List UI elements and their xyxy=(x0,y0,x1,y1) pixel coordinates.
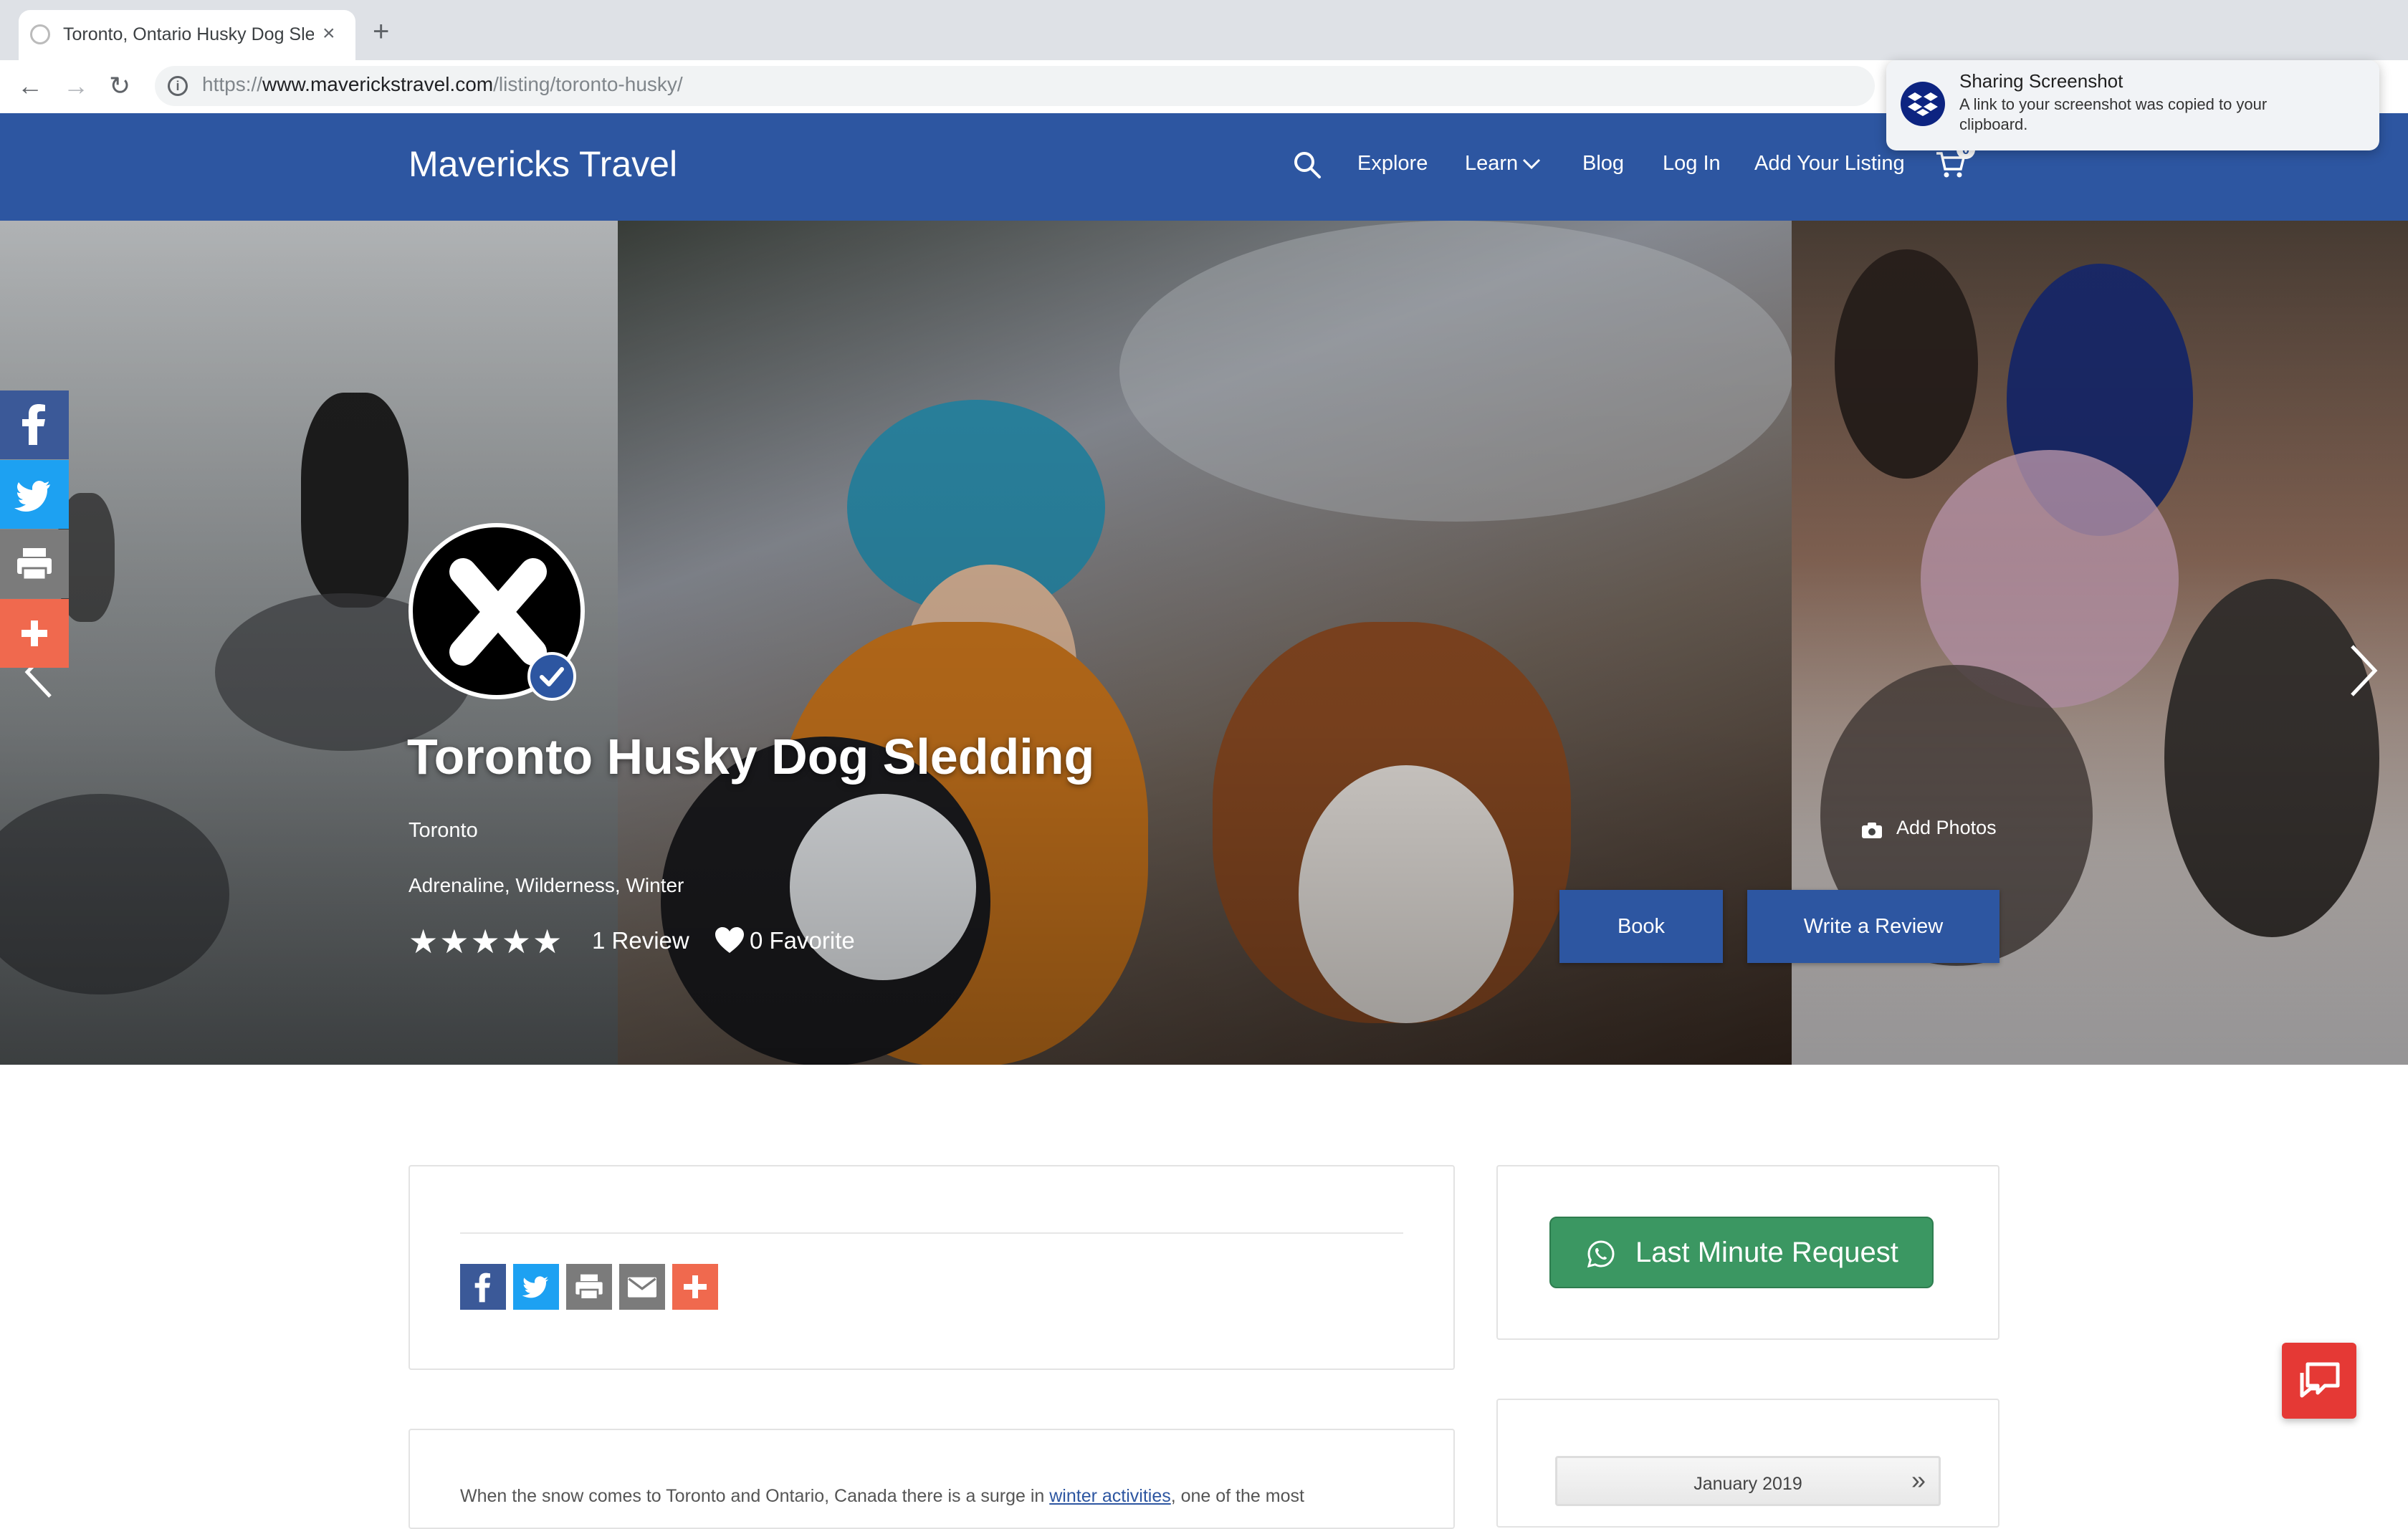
reload-icon[interactable]: ↻ xyxy=(109,69,130,103)
hero-gallery xyxy=(0,221,2408,1065)
notification-message: A link to your screenshot was copied to … xyxy=(1959,95,2268,133)
star-icon: ★ xyxy=(501,923,531,960)
share-email-small-button[interactable] xyxy=(619,1264,665,1310)
nav-learn[interactable]: Learn xyxy=(1465,152,1518,176)
tab-favicon-icon xyxy=(30,24,50,44)
book-button[interactable]: Book xyxy=(1559,890,1723,963)
rating-stars: ★★★★★ xyxy=(408,924,563,959)
facebook-icon xyxy=(474,1272,490,1303)
notification-title: Sharing Screenshot xyxy=(1959,70,2123,92)
twitter-icon xyxy=(14,481,50,512)
nav-blog[interactable]: Blog xyxy=(1582,152,1624,176)
chevron-down-icon[interactable] xyxy=(1522,158,1541,171)
last-minute-request-label: Last Minute Request xyxy=(1635,1237,1898,1268)
site-info-icon[interactable]: i xyxy=(168,76,188,96)
write-review-button[interactable]: Write a Review xyxy=(1747,890,2000,963)
share-facebook-small-button[interactable] xyxy=(460,1264,506,1310)
calendar-month: January 2019 xyxy=(1693,1474,1802,1494)
next-slide-icon[interactable] xyxy=(2345,642,2381,699)
dropbox-icon xyxy=(1901,82,1945,126)
listing-location[interactable]: Toronto xyxy=(408,819,478,843)
share-print-small-button[interactable] xyxy=(566,1264,612,1310)
share-print-button[interactable] xyxy=(0,529,69,598)
star-icon: ★ xyxy=(408,923,439,960)
share-twitter-button[interactable] xyxy=(0,460,69,529)
address-url: https://www.maverickstravel.com/listing/… xyxy=(202,73,683,95)
share-divider xyxy=(460,1232,1403,1234)
new-tab-icon[interactable]: + xyxy=(373,17,389,46)
share-twitter-small-button[interactable] xyxy=(513,1264,559,1310)
nav-explore[interactable]: Explore xyxy=(1357,152,1428,176)
chat-widget-button[interactable] xyxy=(2282,1343,2356,1419)
listing-categories[interactable]: Adrenaline, Wilderness, Winter xyxy=(408,874,684,897)
print-icon xyxy=(575,1274,603,1300)
star-icon: ★ xyxy=(470,923,500,960)
whatsapp-icon xyxy=(1587,1240,1615,1268)
share-more-small-button[interactable] xyxy=(672,1264,718,1310)
hero-overlay xyxy=(0,221,2408,1065)
calendar-header: January 2019 » xyxy=(1555,1456,1941,1506)
winter-activities-link[interactable]: winter activities xyxy=(1049,1486,1171,1506)
email-icon xyxy=(628,1277,656,1298)
browser-tab[interactable]: Toronto, Ontario Husky Dog Sledding | Ma… xyxy=(19,10,355,60)
star-icon: ★ xyxy=(439,923,469,960)
screenshot-notification[interactable]: Sharing Screenshot A link to your screen… xyxy=(1886,60,2379,150)
plus-icon xyxy=(684,1275,707,1298)
facebook-icon xyxy=(22,404,45,445)
heart-icon[interactable] xyxy=(714,926,745,954)
plus-icon xyxy=(22,620,47,646)
forward-icon[interactable]: → xyxy=(63,69,89,103)
back-icon[interactable]: ← xyxy=(17,69,43,103)
chat-icon xyxy=(2300,1362,2340,1398)
nav-login[interactable]: Log In xyxy=(1663,152,1721,176)
star-icon: ★ xyxy=(532,923,563,960)
listing-title: Toronto Husky Dog Sledding xyxy=(407,729,1095,785)
verified-badge-icon xyxy=(527,652,576,701)
share-card xyxy=(408,1165,1455,1370)
tab-title: Toronto, Ontario Husky Dog Sledding | Ma… xyxy=(63,24,314,44)
description-card xyxy=(408,1429,1455,1529)
search-icon[interactable] xyxy=(1291,149,1323,181)
description-text: When the snow comes to Toronto and Ontar… xyxy=(460,1486,1304,1506)
review-count-link[interactable]: 1 Review xyxy=(592,927,689,954)
camera-icon[interactable] xyxy=(1860,821,1883,840)
last-minute-request-button[interactable]: Last Minute Request xyxy=(1549,1217,1934,1288)
site-logo[interactable]: Mavericks Travel xyxy=(408,143,677,185)
share-more-button[interactable] xyxy=(0,599,69,668)
share-facebook-button[interactable] xyxy=(0,390,69,459)
add-photos-link[interactable]: Add Photos xyxy=(1896,817,1997,839)
favorite-count[interactable]: 0 Favorite xyxy=(750,927,855,954)
address-bar[interactable]: i https://www.maverickstravel.com/listin… xyxy=(155,66,1875,106)
calendar-next-icon[interactable]: » xyxy=(1911,1465,1926,1495)
browser-tab-bar xyxy=(0,0,2408,60)
tab-close-icon[interactable]: × xyxy=(322,21,335,46)
print-icon xyxy=(17,548,52,581)
nav-add-listing[interactable]: Add Your Listing xyxy=(1754,152,1905,176)
twitter-icon xyxy=(522,1276,549,1298)
